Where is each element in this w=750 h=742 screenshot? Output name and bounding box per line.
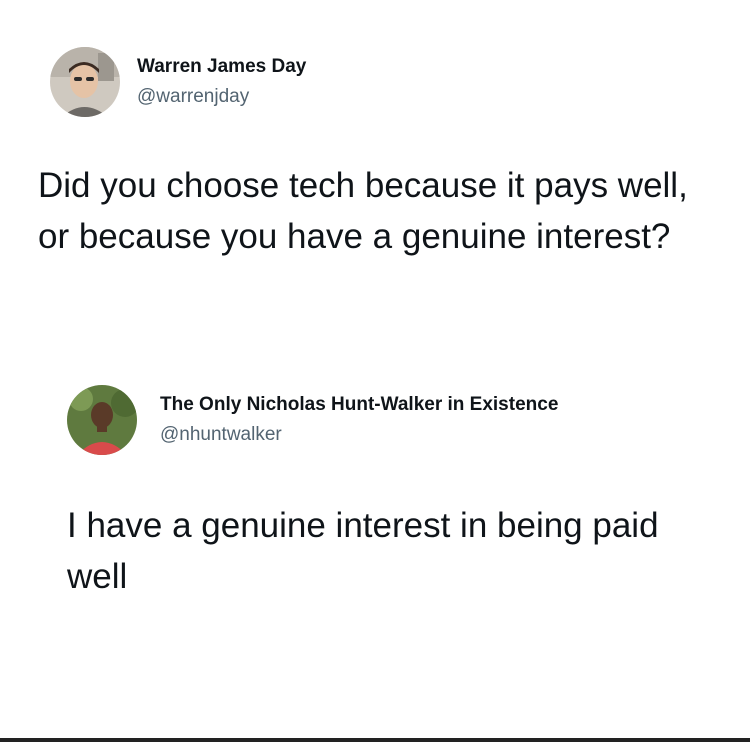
display-name[interactable]: The Only Nicholas Hunt-Walker in Existen… — [160, 394, 558, 416]
avatar-photo-icon — [50, 47, 120, 117]
avatar-photo-icon — [67, 385, 137, 455]
avatar-nhuntwalker[interactable] — [67, 385, 137, 455]
bottom-divider — [0, 738, 750, 742]
user-handle[interactable]: @warrenjday — [137, 86, 249, 108]
tweet-text: Did you choose tech because it pays well… — [38, 166, 688, 256]
display-name[interactable]: Warren James Day — [137, 56, 306, 78]
tweet-text: I have a genuine interest in being paid … — [67, 506, 659, 596]
avatar-warrenjday[interactable] — [50, 47, 120, 117]
user-handle[interactable]: @nhuntwalker — [160, 424, 282, 446]
